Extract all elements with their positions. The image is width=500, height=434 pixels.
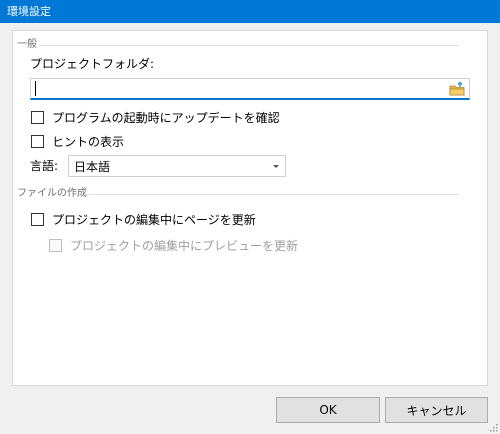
section-general-rule bbox=[39, 45, 459, 46]
show-hints-checkbox[interactable] bbox=[31, 134, 44, 148]
section-file-creation-label: ファイルの作成 bbox=[17, 187, 91, 201]
check-updates-row[interactable]: プログラムの起動時にアップデートを確認 bbox=[31, 108, 280, 126]
preferences-dialog: 環境設定 一般 プロジェクトフォルダ: プログラムの起動時にアップデートを確認 … bbox=[0, 0, 500, 434]
section-general-header: 一般 bbox=[17, 38, 459, 52]
show-hints-row[interactable]: ヒントの表示 bbox=[31, 132, 124, 150]
title-bar[interactable]: 環境設定 bbox=[0, 0, 500, 23]
update-preview-checkbox bbox=[49, 238, 62, 252]
language-select[interactable]: 日本語 bbox=[68, 155, 286, 177]
show-hints-label: ヒントの表示 bbox=[52, 134, 125, 149]
language-label: 言語: bbox=[30, 159, 59, 173]
section-general-label: 一般 bbox=[17, 38, 41, 52]
update-page-label: プロジェクトの編集中にページを更新 bbox=[52, 212, 256, 227]
check-updates-label: プログラムの起動時にアップデートを確認 bbox=[52, 110, 280, 125]
open-folder-icon[interactable] bbox=[449, 81, 465, 97]
ok-button[interactable]: OK bbox=[276, 397, 380, 423]
window-title: 環境設定 bbox=[7, 5, 51, 18]
update-preview-row: プロジェクトの編集中にプレビューを更新 bbox=[49, 236, 298, 254]
section-file-creation-rule bbox=[89, 194, 459, 195]
language-selected-value: 日本語 bbox=[74, 160, 111, 174]
update-preview-label: プロジェクトの編集中にプレビューを更新 bbox=[70, 238, 299, 253]
project-folder-label: プロジェクトフォルダ: bbox=[30, 57, 155, 71]
project-folder-input[interactable] bbox=[34, 80, 434, 97]
resize-grip-icon[interactable] bbox=[488, 422, 498, 432]
chevron-down-icon bbox=[273, 165, 279, 168]
cancel-button[interactable]: キャンセル bbox=[385, 397, 488, 423]
check-updates-checkbox[interactable] bbox=[31, 110, 44, 124]
update-page-checkbox[interactable] bbox=[31, 212, 44, 226]
section-file-creation-header: ファイルの作成 bbox=[17, 187, 459, 201]
project-folder-field[interactable] bbox=[30, 78, 470, 100]
update-page-row[interactable]: プロジェクトの編集中にページを更新 bbox=[31, 210, 256, 228]
